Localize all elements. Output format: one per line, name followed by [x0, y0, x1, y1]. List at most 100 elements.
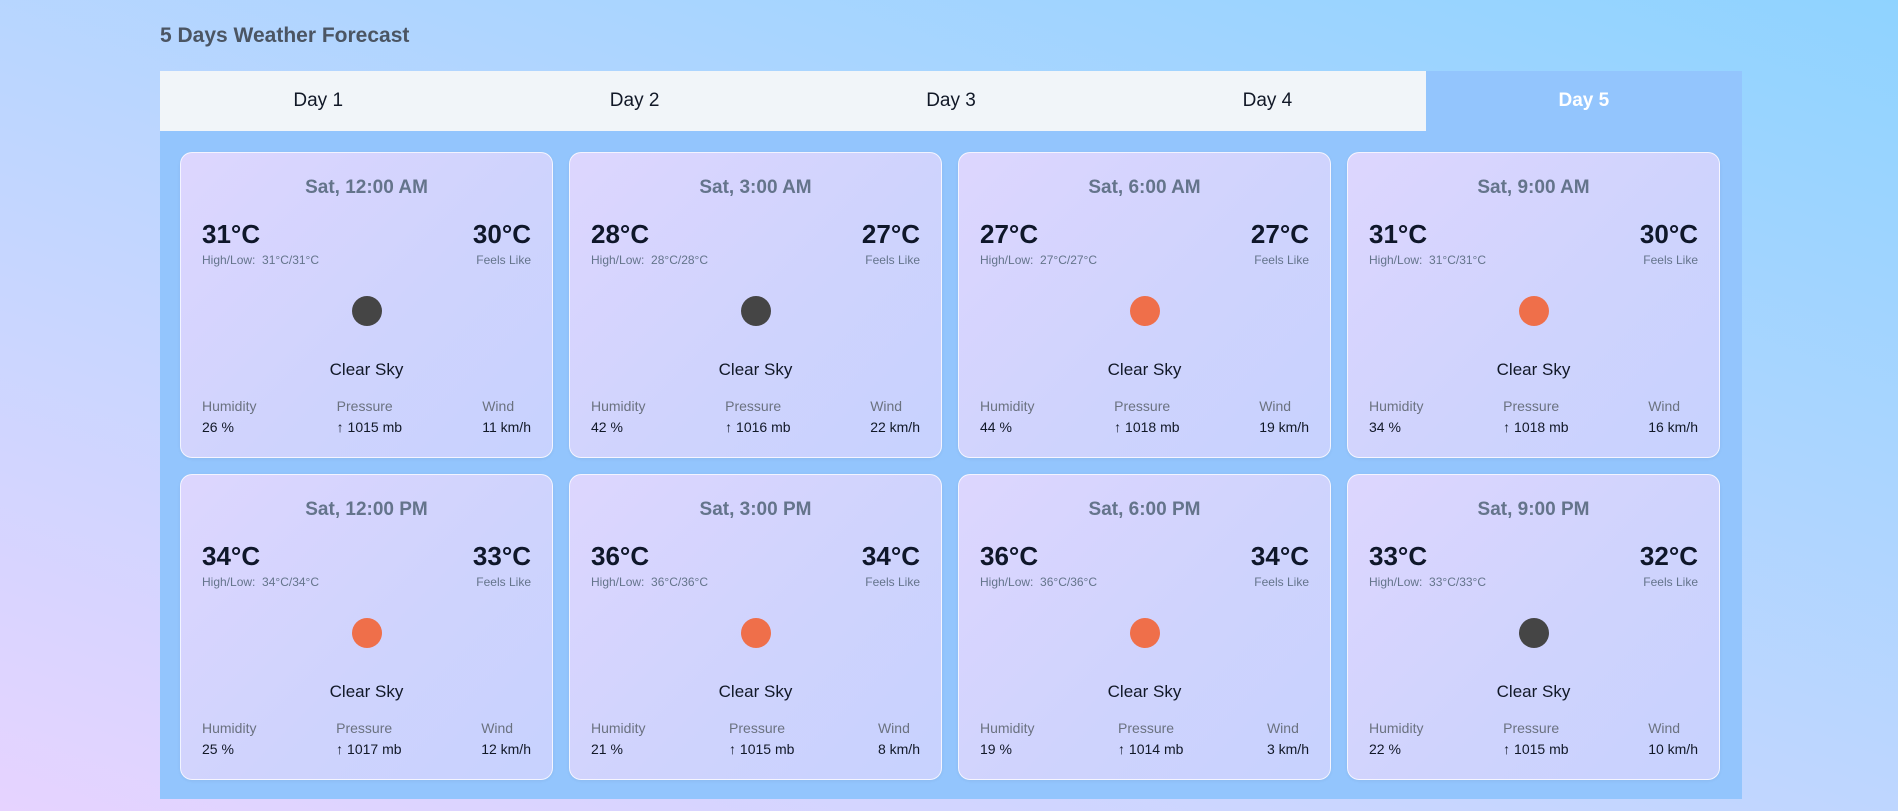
humidity-stat: Humidity 19 %	[980, 720, 1034, 757]
feels-like-temp: 33°C	[472, 541, 531, 571]
sun-icon	[740, 618, 771, 648]
high-low-value: 34°C/34°C	[262, 575, 320, 589]
high-low: High/Low: 28°C/28°C	[591, 253, 708, 267]
weather-condition: Clear Sky	[329, 682, 404, 701]
tab-day-4[interactable]: Day 4	[1109, 71, 1425, 131]
weather-stats: Humidity 42 % Pressure ↑ 1016 mb Wind 22…	[591, 398, 920, 435]
pressure-label: Pressure	[336, 720, 393, 736]
wind-label: Wind	[877, 720, 910, 736]
humidity-value: 21 %	[591, 741, 623, 757]
temperature: 28°C	[591, 219, 650, 249]
feels-like-temp: 27°C	[861, 219, 920, 249]
feels-like-temp: 30°C	[1639, 219, 1698, 249]
weather-condition: Clear Sky	[1107, 360, 1182, 379]
high-low-value: 28°C/28°C	[651, 253, 709, 267]
pressure-stat: Pressure ↑ 1015 mb	[337, 398, 402, 435]
forecast-card: Sat, 12:00 PM 34°C High/Low: 34°C/34°C 3…	[180, 474, 553, 780]
feels-like-temp: 27°C	[1250, 219, 1309, 249]
feels-like-label: Feels Like	[865, 253, 920, 267]
wind-stat: Wind 16 km/h	[1648, 398, 1698, 435]
weather-stats: Humidity 34 % Pressure ↑ 1018 mb Wind 16…	[1369, 398, 1698, 435]
tab-day-2[interactable]: Day 2	[476, 71, 792, 131]
humidity-stat: Humidity 25 %	[202, 720, 256, 757]
humidity-label: Humidity	[202, 398, 257, 414]
pressure-label: Pressure	[1503, 398, 1560, 414]
forecast-card: Sat, 6:00 AM 27°C High/Low: 27°C/27°C 27…	[958, 152, 1331, 458]
high-low-value: 33°C/33°C	[1429, 575, 1487, 589]
humidity-label: Humidity	[1369, 398, 1424, 414]
weather-condition: Clear Sky	[1496, 682, 1571, 701]
page-title: 5 Days Weather Forecast	[160, 24, 410, 47]
weather-condition: Clear Sky	[718, 682, 793, 701]
feels-like-temp: 30°C	[472, 219, 531, 249]
feels-like-label: Feels Like	[476, 253, 531, 267]
humidity-value: 22 %	[1369, 741, 1401, 757]
high-low-label: High/Low:	[202, 253, 256, 267]
humidity-stat: Humidity 26 %	[202, 398, 256, 435]
pressure-value: ↑ 1015 mb	[729, 741, 795, 757]
high-low-label: High/Low:	[980, 253, 1034, 267]
wind-label: Wind	[1266, 720, 1299, 736]
wind-label: Wind	[1648, 398, 1681, 414]
forecast-card: Sat, 12:00 AM 31°C High/Low: 31°C/31°C 3…	[180, 152, 553, 458]
pressure-value: ↑ 1018 mb	[1503, 419, 1569, 435]
pressure-stat: Pressure ↑ 1016 mb	[725, 398, 790, 435]
weather-condition: Clear Sky	[1496, 360, 1571, 379]
feels-like-temp: 32°C	[1639, 541, 1698, 571]
weather-condition: Clear Sky	[718, 360, 793, 379]
pressure-stat: Pressure ↑ 1017 mb	[336, 720, 401, 757]
high-low: High/Low: 36°C/36°C	[980, 575, 1097, 589]
humidity-label: Humidity	[591, 398, 646, 414]
wind-label: Wind	[482, 398, 515, 414]
wind-value: 8 km/h	[877, 741, 920, 757]
weather-stats: Humidity 21 % Pressure ↑ 1015 mb Wind 8 …	[591, 720, 920, 757]
wind-label: Wind	[1259, 398, 1292, 414]
moon-icon	[1518, 618, 1549, 648]
pressure-label: Pressure	[336, 398, 393, 414]
humidity-label: Humidity	[591, 720, 646, 736]
temperature: 31°C	[202, 219, 261, 249]
pressure-stat: Pressure ↑ 1015 mb	[1503, 720, 1568, 757]
pressure-value: ↑ 1015 mb	[336, 419, 403, 435]
sun-icon	[1518, 296, 1549, 326]
moon-icon	[740, 296, 771, 326]
high-low: High/Low: 31°C/31°C	[202, 253, 319, 267]
humidity-label: Humidity	[980, 398, 1035, 414]
wind-stat: Wind 12 km/h	[481, 720, 531, 757]
forecast-card: Sat, 9:00 AM 31°C High/Low: 31°C/31°C 30…	[1347, 152, 1720, 458]
high-low: High/Low: 31°C/31°C	[1369, 253, 1486, 267]
temperature: 31°C	[1369, 219, 1428, 249]
tab-day-3[interactable]: Day 3	[793, 71, 1109, 131]
sun-icon	[1129, 618, 1160, 648]
forecast-card: Sat, 3:00 AM 28°C High/Low: 28°C/28°C 27…	[569, 152, 942, 458]
pressure-label: Pressure	[1114, 398, 1171, 414]
high-low: High/Low: 34°C/34°C	[202, 575, 319, 589]
wind-stat: Wind 10 km/h	[1648, 720, 1698, 757]
forecast-card: Sat, 6:00 PM 36°C High/Low: 36°C/36°C 34…	[958, 474, 1331, 780]
tab-day-1[interactable]: Day 1	[160, 71, 476, 131]
card-time: Sat, 6:00 PM	[1088, 499, 1201, 520]
wind-stat: Wind 19 km/h	[1259, 398, 1309, 435]
feels-like-label: Feels Like	[1254, 575, 1309, 589]
humidity-value: 26 %	[202, 419, 234, 435]
wind-value: 3 km/h	[1266, 741, 1309, 757]
feels-like-label: Feels Like	[1643, 253, 1698, 267]
forecast-grid: Sat, 12:00 AM 31°C High/Low: 31°C/31°C 3…	[180, 152, 1722, 780]
pressure-label: Pressure	[1118, 720, 1175, 736]
pressure-stat: Pressure ↑ 1015 mb	[729, 720, 794, 757]
humidity-label: Humidity	[980, 720, 1035, 736]
wind-stat: Wind 22 km/h	[870, 398, 920, 435]
wind-value: 22 km/h	[870, 419, 920, 435]
weather-stats: Humidity 26 % Pressure ↑ 1015 mb Wind 11…	[202, 398, 531, 435]
card-time: Sat, 9:00 PM	[1477, 499, 1590, 520]
weather-stats: Humidity 22 % Pressure ↑ 1015 mb Wind 10…	[1369, 720, 1698, 757]
pressure-value: ↑ 1014 mb	[1118, 741, 1184, 757]
tab-day-5[interactable]: Day 5	[1425, 71, 1743, 131]
pressure-stat: Pressure ↑ 1014 mb	[1118, 720, 1183, 757]
humidity-stat: Humidity 42 %	[591, 398, 645, 435]
high-low: High/Low: 33°C/33°C	[1369, 575, 1486, 589]
high-low: High/Low: 27°C/27°C	[980, 253, 1097, 267]
temperature: 34°C	[202, 541, 261, 571]
wind-label: Wind	[1648, 720, 1681, 736]
humidity-stat: Humidity 21 %	[591, 720, 645, 757]
